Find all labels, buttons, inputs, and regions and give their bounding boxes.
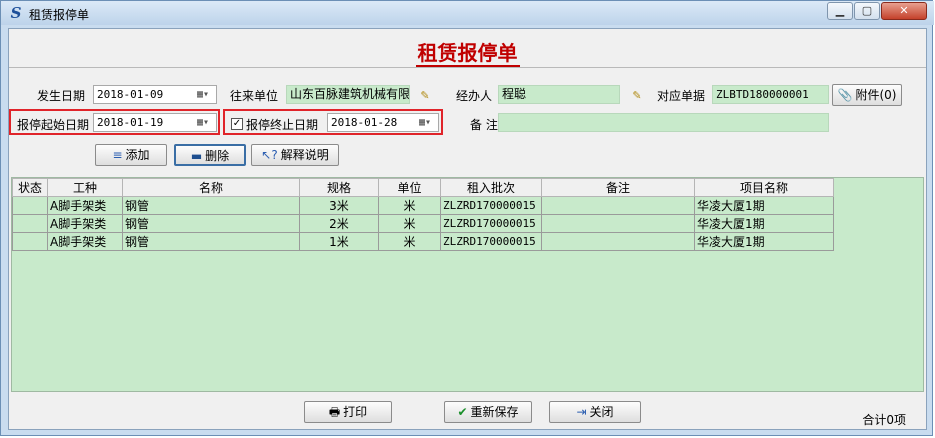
calendar-dropdown-icon[interactable]: ▦▾	[190, 115, 216, 130]
cell-remark	[541, 232, 695, 251]
cell-status	[12, 214, 48, 233]
cell-project: 华凌大厦1期	[694, 196, 834, 215]
cell-status	[12, 196, 48, 215]
note-label: 备 注	[470, 118, 498, 132]
resave-button[interactable]: ✔ 重新保存	[444, 401, 532, 423]
cell-batch: ZLZRD170000015	[440, 214, 542, 233]
cell-batch: ZLZRD170000015	[440, 232, 542, 251]
add-button[interactable]: ≡ 添加	[95, 144, 167, 166]
column-header[interactable]: 单位	[378, 178, 441, 197]
detail-table: 状态 工种 名称 规格 单位 租入批次 备注 项目名称 A脚手架类 钢管 3米 …	[12, 178, 834, 251]
detail-grid[interactable]: 状态 工种 名称 规格 单位 租入批次 备注 项目名称 A脚手架类 钢管 3米 …	[11, 177, 924, 392]
cell-spec: 1米	[299, 232, 379, 251]
cell-project: 华凌大厦1期	[694, 232, 834, 251]
partner-label: 往来单位	[230, 89, 279, 103]
calendar-dropdown-icon[interactable]: ▦▾	[412, 115, 438, 130]
cell-spec: 3米	[299, 196, 379, 215]
ref-doc-field[interactable]: ZLBTD180000001	[712, 85, 829, 104]
occur-date-label: 发生日期	[37, 89, 86, 103]
cell-spec: 2米	[299, 214, 379, 233]
minimize-button[interactable]: ▁	[827, 2, 853, 20]
print-button[interactable]: 🖶 打印	[304, 401, 392, 423]
note-field[interactable]	[498, 113, 829, 132]
start-date-field[interactable]: 2018-01-19 ▦▾	[93, 113, 217, 132]
exit-door-icon: ⇥	[576, 405, 587, 419]
cell-project: 华凌大厦1期	[694, 214, 834, 233]
cell-work-type: A脚手架类	[47, 196, 123, 215]
handler-field[interactable]: 程聪	[498, 85, 620, 104]
partner-picker-icon[interactable]: ✎	[417, 90, 433, 102]
paperclip-icon: 📎	[837, 88, 853, 102]
cell-batch: ZLZRD170000015	[440, 196, 542, 215]
help-cursor-icon: ↖?	[261, 148, 278, 162]
cell-name: 钢管	[122, 196, 300, 215]
cell-status	[12, 232, 48, 251]
cell-remark	[541, 196, 695, 215]
form-header: 租赁报停单	[9, 29, 926, 68]
add-icon: ≡	[112, 148, 123, 162]
column-header[interactable]: 备注	[541, 178, 695, 197]
column-header[interactable]: 状态	[12, 178, 48, 197]
handler-label: 经办人	[456, 89, 493, 103]
attachment-button[interactable]: 📎 附件(0)	[832, 84, 902, 106]
maximize-button[interactable]: ▢	[854, 2, 880, 20]
app-window: S 租赁报停单 ▁ ▢ ✕ 租赁报停单 发生日期 2018-01-09 ▦▾ 往…	[0, 0, 934, 436]
column-header[interactable]: 规格	[299, 178, 379, 197]
end-date-field[interactable]: 2018-01-28 ▦▾	[327, 113, 439, 132]
occur-date-field[interactable]: 2018-01-09 ▦▾	[93, 85, 217, 104]
cell-name: 钢管	[122, 214, 300, 233]
window-title: 租赁报停单	[29, 8, 90, 22]
column-header[interactable]: 租入批次	[440, 178, 542, 197]
cell-unit: 米	[378, 214, 441, 233]
end-date-label: 报停终止日期	[246, 118, 319, 132]
total-count: 合计0项	[862, 413, 906, 427]
cell-unit: 米	[378, 232, 441, 251]
cell-name: 钢管	[122, 232, 300, 251]
cell-unit: 米	[378, 196, 441, 215]
start-date-label: 报停起始日期	[17, 118, 90, 132]
partner-field[interactable]: 山东百脉建筑机械有限	[286, 85, 410, 104]
column-header[interactable]: 名称	[122, 178, 300, 197]
column-header[interactable]: 工种	[47, 178, 123, 197]
table-row[interactable]: A脚手架类 钢管 3米 米 ZLZRD170000015 华凌大厦1期	[12, 196, 834, 215]
table-header-row: 状态 工种 名称 规格 单位 租入批次 备注 项目名称	[12, 178, 834, 197]
close-button[interactable]: ⇥ 关闭	[549, 401, 641, 423]
explain-button[interactable]: ↖? 解释说明	[251, 144, 339, 166]
table-row[interactable]: A脚手架类 钢管 1米 米 ZLZRD170000015 华凌大厦1期	[12, 232, 834, 251]
end-date-checkbox[interactable]: ✓	[231, 118, 243, 130]
cell-work-type: A脚手架类	[47, 214, 123, 233]
table-row[interactable]: A脚手架类 钢管 2米 米 ZLZRD170000015 华凌大厦1期	[12, 214, 834, 233]
ref-doc-label: 对应单据	[657, 89, 706, 103]
footer-bar: 🖶 打印 ✔ 重新保存 ⇥ 关闭 合计0项	[9, 397, 926, 429]
column-header[interactable]: 项目名称	[694, 178, 834, 197]
title-bar[interactable]: S 租赁报停单 ▁ ▢ ✕	[1, 1, 934, 25]
page-title: 租赁报停单	[415, 41, 520, 67]
cell-remark	[541, 214, 695, 233]
delete-button[interactable]: ▬ 删除	[174, 144, 246, 166]
delete-icon: ▬	[190, 149, 203, 163]
form-panel: 租赁报停单 发生日期 2018-01-09 ▦▾ 往来单位 山东百脉建筑机械有限…	[8, 28, 927, 430]
cell-work-type: A脚手架类	[47, 232, 123, 251]
printer-icon: 🖶	[328, 405, 341, 419]
close-window-button[interactable]: ✕	[881, 2, 927, 20]
checkmark-icon: ✔	[457, 405, 468, 419]
app-logo-icon: S	[10, 4, 22, 22]
calendar-dropdown-icon[interactable]: ▦▾	[190, 87, 216, 102]
handler-picker-icon[interactable]: ✎	[629, 90, 645, 102]
